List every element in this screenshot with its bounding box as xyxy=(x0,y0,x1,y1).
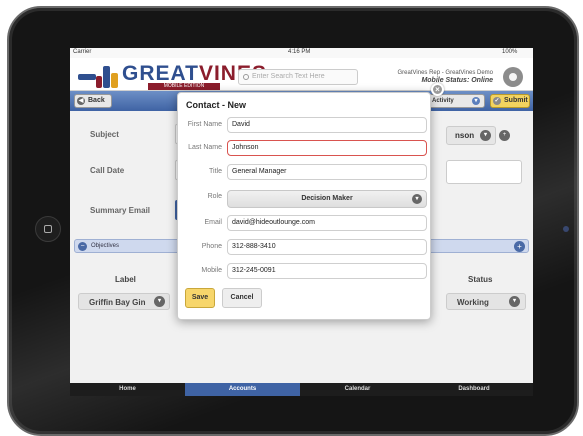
submit-button[interactable]: ✓ Submit xyxy=(490,94,530,108)
subject-label: Subject xyxy=(90,130,119,139)
mobile-field[interactable]: 312-245-0091 xyxy=(227,263,427,279)
tab-calendar[interactable]: Calendar xyxy=(300,383,415,396)
objective-label-value: Griffin Bay Gin xyxy=(89,298,146,307)
call-date-label: Call Date xyxy=(90,166,125,175)
activity-button[interactable]: Activity ▾ xyxy=(427,94,485,108)
cancel-button[interactable]: Cancel xyxy=(222,288,262,308)
objective-status-value: Working xyxy=(457,298,489,307)
tablet-home-button[interactable] xyxy=(35,216,61,242)
camera-icon xyxy=(563,226,569,232)
tab-home[interactable]: Home xyxy=(70,383,185,396)
add-objective-icon[interactable]: + xyxy=(514,241,525,252)
column-label-header: Label xyxy=(115,275,136,284)
role-value: Decision Maker xyxy=(301,195,353,202)
activity-label: Activity xyxy=(432,98,454,104)
last-name-label: Last Name xyxy=(188,144,222,151)
save-button[interactable]: Save xyxy=(185,288,215,308)
collapse-icon: − xyxy=(78,242,87,251)
rep-line: GreatVines Rep - GreatVines Demo xyxy=(397,70,494,76)
modal-title: Contact - New xyxy=(186,100,247,110)
contact-new-modal: Contact - New First Name David Last Name… xyxy=(177,92,431,320)
tab-bar: Home Accounts Calendar Dashboard xyxy=(70,383,533,396)
search-input[interactable]: Enter Search Text Here xyxy=(238,69,358,85)
gear-icon[interactable] xyxy=(503,67,523,87)
email-label: Email xyxy=(204,219,222,226)
mobile-label: Mobile xyxy=(201,267,222,274)
back-button[interactable]: ◀ Back xyxy=(74,94,112,108)
role-select[interactable]: Decision Maker ▾ xyxy=(227,190,427,208)
rep-info: GreatVines Rep - GreatVines Demo Mobile … xyxy=(398,69,494,85)
objective-status-select[interactable]: Working ▾ xyxy=(446,293,526,310)
search-icon xyxy=(243,74,249,80)
first-name-field[interactable]: David xyxy=(227,117,427,133)
check-icon: ✓ xyxy=(493,97,501,105)
contact-select-value: nson xyxy=(455,131,475,140)
phone-label: Phone xyxy=(201,243,222,250)
status-time: 4:16 PM xyxy=(288,49,311,55)
summary-email-label: Summary Email xyxy=(90,206,151,215)
logo-edition: MOBILE EDITION xyxy=(148,83,220,90)
back-label: Back xyxy=(88,97,105,104)
back-arrow-icon: ◀ xyxy=(77,97,85,105)
title-field[interactable]: General Manager xyxy=(227,164,427,180)
chevron-down-icon: ▾ xyxy=(509,296,520,307)
objective-label-select[interactable]: Griffin Bay Gin ▾ xyxy=(78,293,170,310)
chevron-down-icon: ▾ xyxy=(472,97,480,105)
status-battery: 100% xyxy=(502,49,518,55)
email-field[interactable]: david@hideoutlounge.com xyxy=(227,215,427,231)
chevron-down-icon: ▾ xyxy=(480,130,491,141)
submit-label: Submit xyxy=(504,97,528,104)
mobile-status: Mobile Status: Online xyxy=(421,77,493,84)
status-carrier: Carrier xyxy=(73,49,92,55)
logo-bars-icon xyxy=(78,62,126,88)
contact-select[interactable]: nson ▾ xyxy=(446,126,496,145)
title-label: Title xyxy=(209,168,222,175)
home-square-icon xyxy=(44,225,52,233)
app-header: GREATVINES MOBILE EDITION Enter Search T… xyxy=(70,58,533,91)
chevron-down-icon: ▾ xyxy=(154,296,165,307)
objectives-label: Objectives xyxy=(91,243,120,249)
tab-accounts[interactable]: Accounts xyxy=(185,383,300,396)
status-bar: Carrier 4:16 PM 100% xyxy=(70,48,533,58)
close-icon[interactable]: × xyxy=(431,83,444,96)
role-label: Role xyxy=(207,193,222,200)
tab-dashboard[interactable]: Dashboard xyxy=(415,383,533,396)
chevron-down-icon: ▾ xyxy=(412,194,422,204)
add-contact-icon[interactable]: + xyxy=(499,130,510,141)
stage: Carrier 4:16 PM 100% GREATVINES MOBILE E… xyxy=(0,0,583,436)
column-status-header: Status xyxy=(468,275,493,284)
search-placeholder: Enter Search Text Here xyxy=(252,73,325,80)
call-time-field-edge[interactable] xyxy=(446,160,522,184)
first-name-label: First Name xyxy=(187,121,222,128)
phone-field[interactable]: 312-888-3410 xyxy=(227,239,427,255)
last-name-field[interactable]: Johnson xyxy=(227,140,427,156)
